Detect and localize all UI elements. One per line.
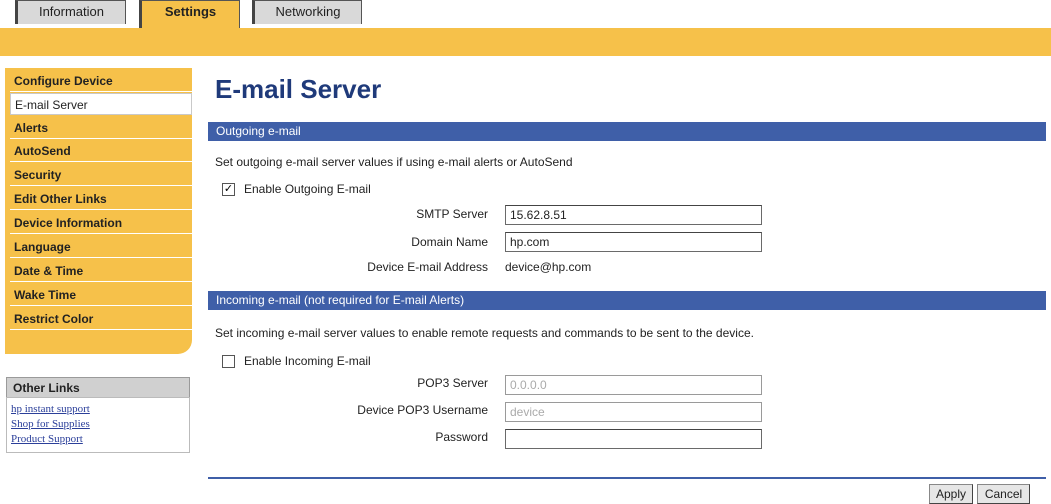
enable-incoming-checkbox[interactable]: Enable Incoming E-mail (222, 354, 371, 368)
cancel-button[interactable]: Cancel (977, 484, 1030, 504)
link-product-support[interactable]: Product Support (11, 432, 189, 447)
password-label: Password (435, 430, 488, 444)
tab-information[interactable]: Information (15, 0, 126, 24)
other-links-list: hp instant support Shop for Supplies Pro… (6, 397, 190, 453)
pop3-server-input[interactable] (505, 375, 762, 395)
outgoing-description: Set outgoing e-mail server values if usi… (215, 155, 573, 169)
checkbox-checked-icon: ✓ (222, 182, 235, 196)
enable-incoming-label: Enable Incoming E-mail (244, 354, 371, 368)
incoming-section-header: Incoming e-mail (not required for E-mail… (208, 291, 1046, 310)
pop3-username-input[interactable] (505, 402, 762, 422)
sidebar-item-configure-device[interactable]: Configure Device (10, 70, 192, 92)
incoming-description: Set incoming e-mail server values to ena… (215, 326, 754, 340)
pop3-username-label: Device POP3 Username (357, 403, 488, 417)
smtp-server-label: SMTP Server (416, 207, 488, 221)
tab-strip: Information Settings Networking (0, 0, 1051, 28)
link-shop-for-supplies[interactable]: Shop for Supplies (11, 417, 189, 432)
sidebar-item-wake-time[interactable]: Wake Time (10, 284, 192, 306)
domain-name-label: Domain Name (411, 235, 488, 249)
device-email-address-label: Device E-mail Address (367, 260, 488, 274)
header-band (0, 28, 1051, 56)
sidebar-item-security[interactable]: Security (10, 164, 192, 186)
tab-networking[interactable]: Networking (252, 0, 362, 24)
sidebar-item-autosend[interactable]: AutoSend (10, 140, 192, 162)
page-title: E-mail Server (215, 74, 382, 104)
enable-outgoing-label: Enable Outgoing E-mail (244, 182, 371, 196)
smtp-server-input[interactable] (505, 205, 762, 225)
sidebar-item-device-information[interactable]: Device Information (10, 212, 192, 234)
sidebar-item-language[interactable]: Language (10, 236, 192, 258)
domain-name-input[interactable] (505, 232, 762, 252)
checkbox-unchecked-icon (222, 354, 235, 368)
sidebar-item-restrict-color[interactable]: Restrict Color (10, 308, 192, 330)
sidebar-item-date-time[interactable]: Date & Time (10, 260, 192, 282)
footer-divider (208, 477, 1046, 479)
sidebar-item-alerts[interactable]: Alerts (10, 117, 192, 139)
other-links-header: Other Links (6, 377, 190, 397)
outgoing-section-header: Outgoing e-mail (208, 122, 1046, 141)
other-links-panel: Other Links hp instant support Shop for … (6, 377, 190, 453)
tab-settings[interactable]: Settings (139, 0, 240, 28)
sidebar-item-email-server[interactable]: E-mail Server (10, 93, 192, 115)
enable-outgoing-checkbox[interactable]: ✓ Enable Outgoing E-mail (222, 182, 371, 196)
apply-button[interactable]: Apply (929, 484, 973, 504)
password-input[interactable] (505, 429, 762, 449)
sidebar-item-edit-other-links[interactable]: Edit Other Links (10, 188, 192, 210)
pop3-server-label: POP3 Server (417, 376, 488, 390)
sidebar: Configure Device E-mail Server Alerts Au… (5, 68, 192, 354)
link-hp-instant-support[interactable]: hp instant support (11, 402, 189, 417)
device-email-address-value: device@hp.com (505, 260, 592, 274)
